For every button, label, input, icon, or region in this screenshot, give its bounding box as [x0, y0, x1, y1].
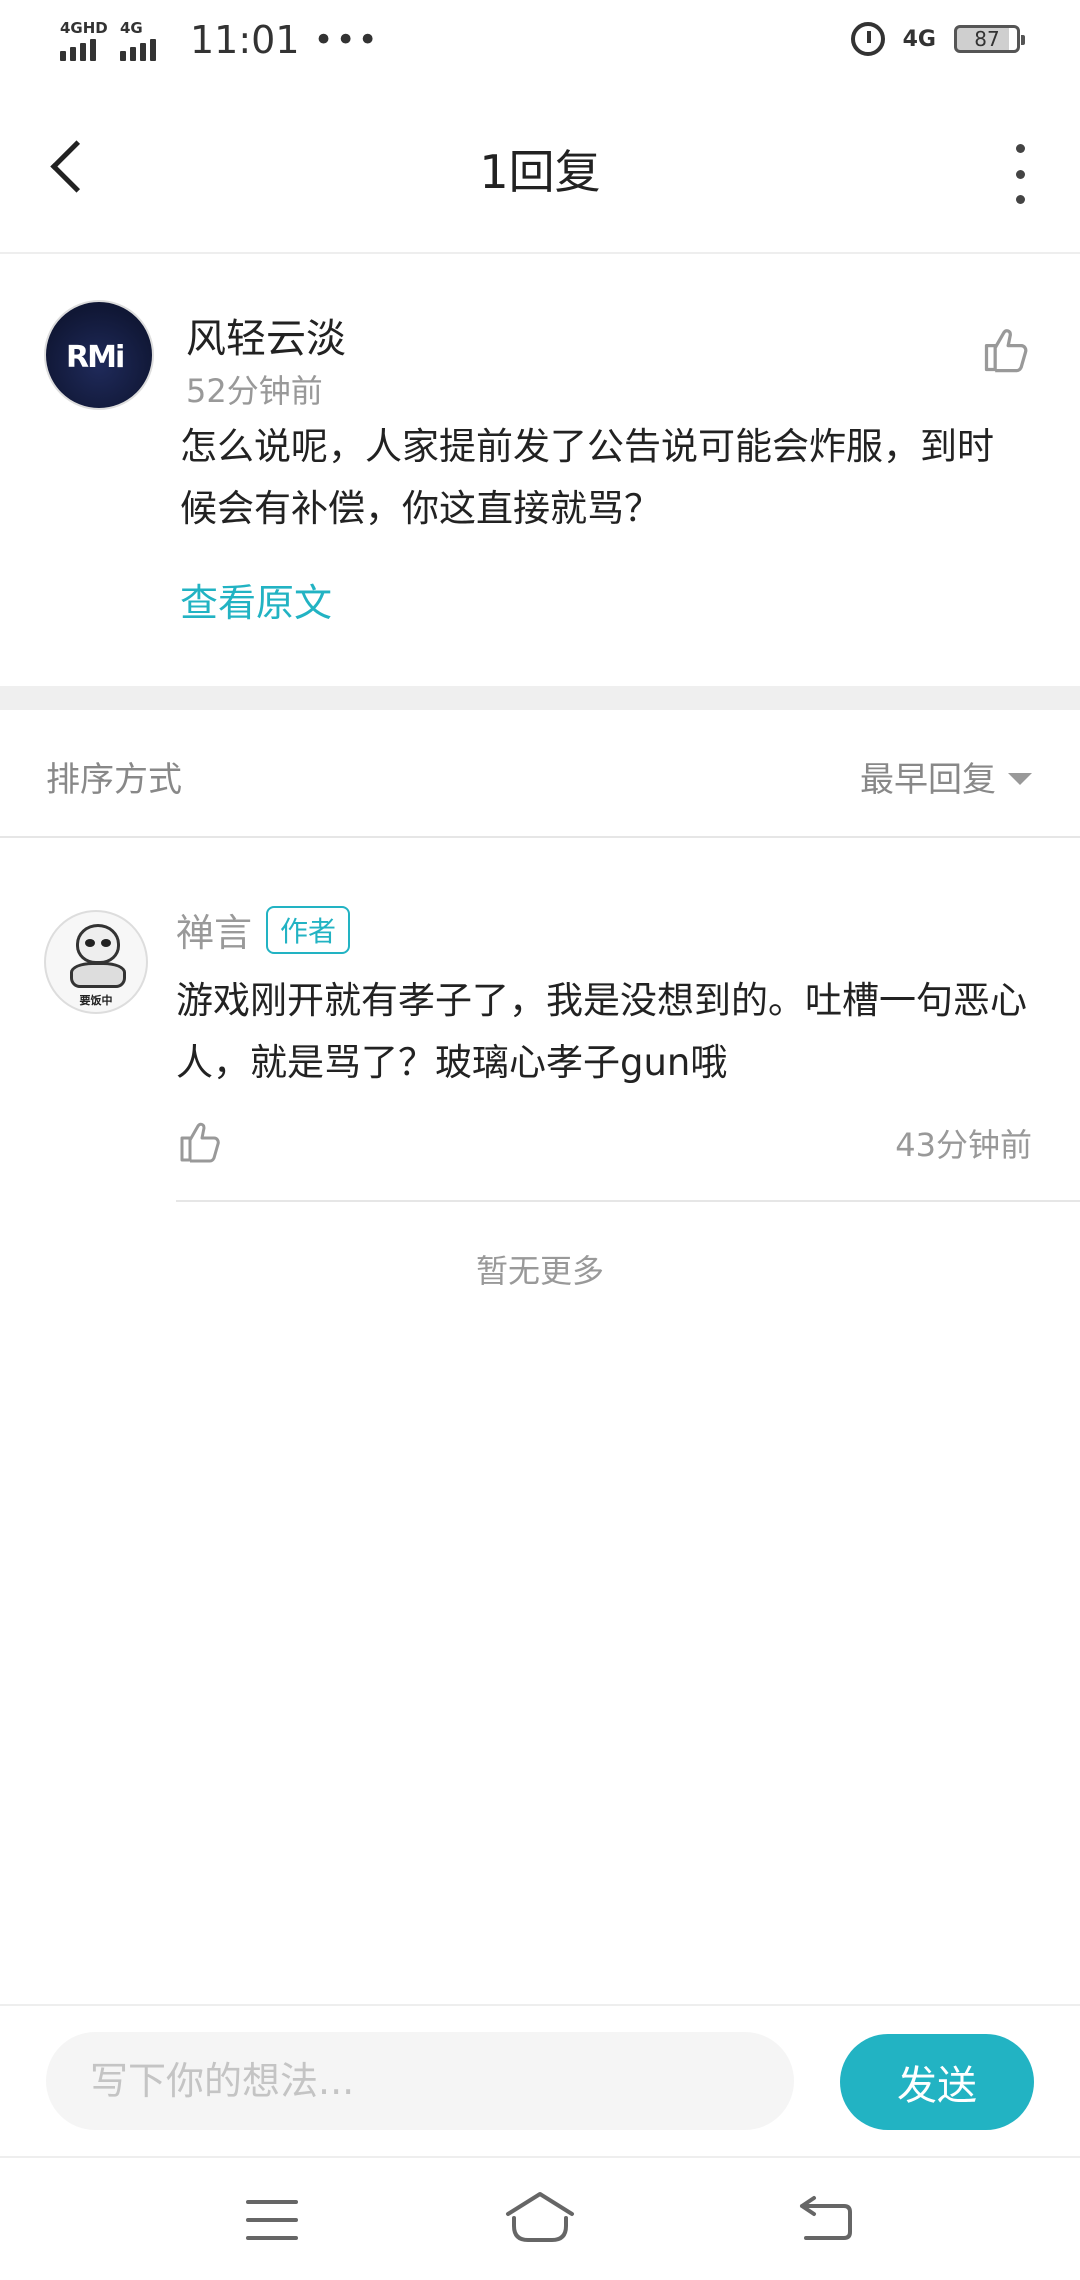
comment-time: 52分钟前	[186, 372, 323, 410]
thumbs-up-icon[interactable]	[176, 1118, 224, 1166]
notification-overflow: •••	[313, 20, 380, 60]
send-button[interactable]: 发送	[840, 2034, 1034, 2130]
battery-icon: 87	[954, 25, 1025, 53]
battery-level: 87	[974, 27, 1000, 51]
sort-dropdown[interactable]: 最早回复	[860, 752, 1032, 801]
author-badge: 作者	[266, 905, 351, 954]
user-name[interactable]: 风轻云淡	[186, 306, 346, 364]
sort-label: 排序方式	[46, 760, 182, 800]
avatar-figure-body	[70, 962, 126, 988]
sort-selected-value: 最早回复	[860, 760, 996, 800]
original-comment: RMi 风轻云淡 52分钟前 怎么说呢，人家提前发了公告说可能会炸服，到时候会有…	[0, 254, 1080, 684]
back-icon[interactable]	[796, 2192, 854, 2244]
sort-bar: 排序方式 最早回复	[0, 710, 1080, 838]
comment-input[interactable]	[46, 2032, 794, 2130]
list-end-text: 暂无更多	[475, 1252, 604, 1290]
home-icon[interactable]	[504, 2190, 576, 2244]
signal-2-label: 4G	[120, 19, 143, 37]
avatar[interactable]: RMi	[44, 300, 154, 410]
divider	[176, 1200, 1080, 1202]
avatar[interactable]: 要饭中	[44, 910, 148, 1014]
top-app-bar: 1回复	[0, 84, 1080, 254]
system-nav-bar	[0, 2156, 1080, 2280]
network-type: 4G	[902, 26, 936, 52]
signal-label: 4GHD	[60, 19, 108, 37]
user-name[interactable]: 禅言	[176, 902, 252, 957]
comment-input-bar: 发送	[0, 2004, 1080, 2158]
reply-time: 43分钟前	[895, 1126, 1032, 1164]
reply-content: 游戏刚开就有孝子了，我是没想到的。吐槽一句恶心人，就是骂了？玻璃心孝子gun哦	[176, 979, 1027, 1084]
cellular-signal-2-icon: 4G	[120, 19, 166, 61]
section-divider	[0, 686, 1080, 710]
avatar-logo: RMi	[66, 340, 125, 375]
comment-content: 怎么说呢，人家提前发了公告说可能会炸服，到时候会有补偿，你这直接就骂？	[180, 425, 994, 530]
alarm-icon	[850, 22, 885, 56]
status-bar: 4GHD 4G 11:01 ••• 4G 87	[0, 0, 1080, 84]
menu-icon[interactable]	[246, 2200, 298, 2240]
view-original-link[interactable]: 查看原文	[180, 572, 332, 627]
caret-down-icon	[1008, 772, 1032, 785]
page-title: 1回复	[479, 145, 601, 199]
status-time: 11:01	[190, 18, 300, 62]
more-options-icon[interactable]	[1000, 144, 1040, 204]
reply-item: 要饭中 禅言 作者 游戏刚开就有孝子了，我是没想到的。吐槽一句恶心人，就是骂了？…	[0, 838, 1080, 1202]
avatar-figure	[76, 924, 120, 964]
thumbs-up-icon[interactable]	[980, 324, 1032, 376]
cellular-signal-icon: 4GHD	[60, 19, 108, 61]
avatar-caption: 要饭中	[79, 994, 113, 1007]
